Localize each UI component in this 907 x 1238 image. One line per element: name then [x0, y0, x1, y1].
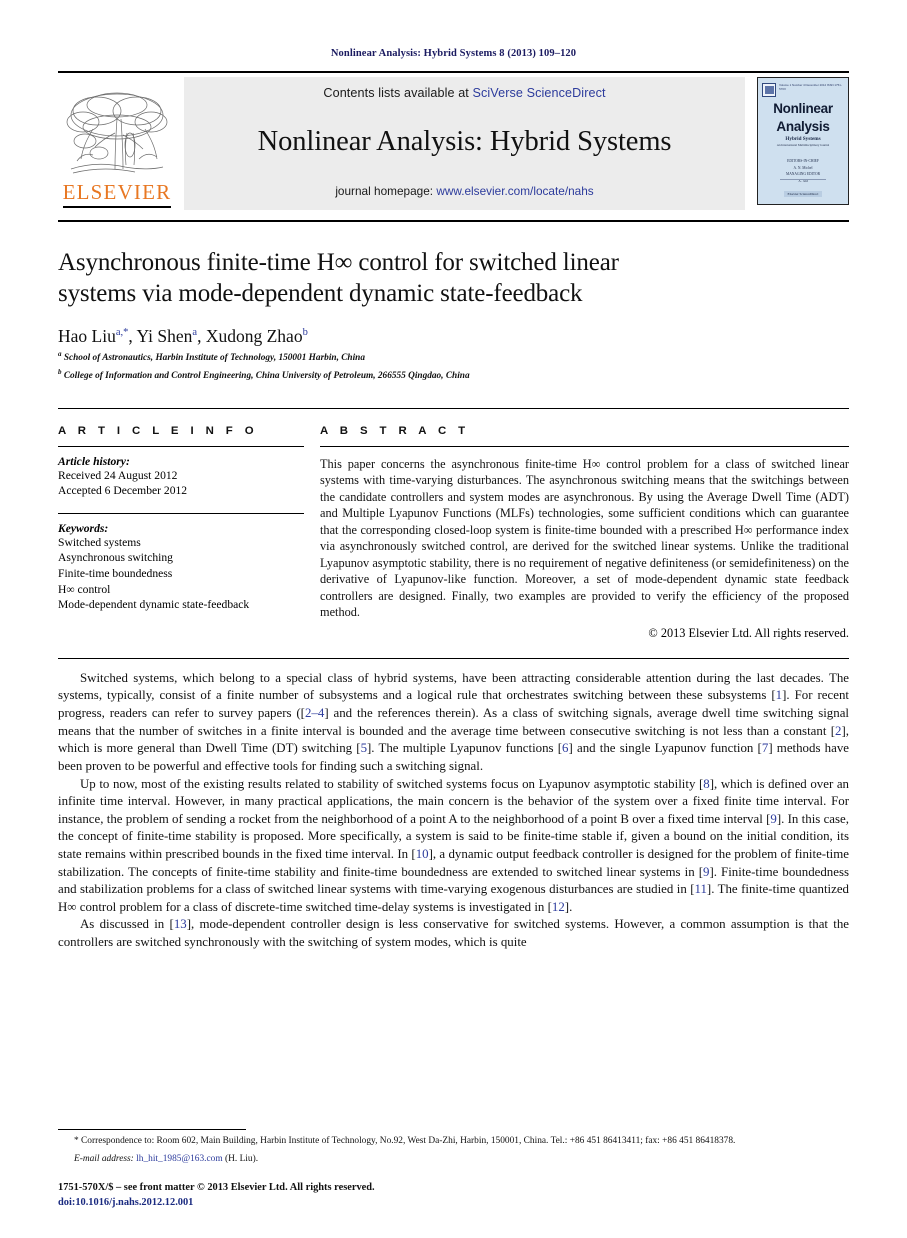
affiliation-marker-a: a [58, 350, 62, 358]
abstract-text: This paper concerns the asynchronous fin… [320, 456, 849, 620]
keyword-item: Mode-dependent dynamic state-feedback [58, 598, 250, 612]
journal-homepage-link[interactable]: www.elsevier.com/locate/nahs [436, 184, 593, 198]
reference-link[interactable]: 10 [416, 847, 429, 861]
email-note: E-mail address: lh_hit_1985@163.com (H. … [58, 1153, 849, 1166]
body-paragraph-3: As discussed in [13], mode-dependent con… [58, 917, 850, 950]
reference-link[interactable]: 2–4 [305, 706, 324, 720]
cover-top-row: Volume 1 Number 4 December 2012 ISSN 175… [762, 83, 844, 97]
imprint-line: 1751-570X/$ – see front matter © 2013 El… [58, 1181, 375, 1193]
imprint-block: 1751-570X/$ – see front matter © 2013 El… [58, 1180, 849, 1210]
body-paragraph-1: Switched systems, which belong to a spec… [58, 670, 849, 773]
cover-footer-badge: Elsevier ScienceDirect [783, 191, 823, 197]
body-paragraph-2: Up to now, most of the existing results … [58, 776, 850, 914]
body-top-rule [58, 657, 849, 659]
contents-prefix: Contents lists available at [323, 86, 473, 100]
footnote-area: * Correspondence to: Room 602, Main Buil… [58, 1129, 849, 1210]
keyword-item: Finite-time boundedness [58, 567, 173, 581]
masthead-panel: Contents lists available at SciVerse Sci… [184, 77, 745, 210]
affiliation-b: b College of Information and Control Eng… [58, 368, 849, 383]
author-sup-1: a,* [115, 327, 129, 339]
reference-link[interactable]: 12 [552, 900, 565, 914]
reference-link[interactable]: 11 [695, 882, 707, 896]
keyword-item: Switched systems [58, 535, 141, 549]
correspondence-text: Correspondence to: Room 602, Main Buildi… [81, 1136, 736, 1147]
email-owner: (H. Liu). [225, 1153, 259, 1164]
affiliation-text-a: School of Astronautics, Harbin Institute… [63, 353, 366, 364]
article-info-heading-rule [58, 445, 304, 447]
info-section-rule [58, 407, 849, 409]
keyword-item: H∞ control [58, 582, 111, 596]
affiliation-text-b: College of Information and Control Engin… [63, 371, 470, 382]
abstract-column: A B S T R A C T This paper concerns the … [320, 425, 849, 641]
article-info-heading: A R T I C L E I N F O [58, 424, 258, 437]
masthead-top-rule [58, 71, 849, 73]
cover-footer-rule [780, 179, 826, 180]
correspondence-note: * Correspondence to: Room 602, Main Buil… [58, 1135, 849, 1148]
journal-cover-thumbnail[interactable]: Volume 1 Number 4 December 2012 ISSN 175… [757, 77, 849, 205]
article-history-label: Article history: [58, 454, 130, 468]
affiliation-marker-b: b [58, 368, 62, 377]
elsevier-logo: ELSEVIER [58, 77, 176, 210]
author-name-3[interactable]: Xudong Zhao [206, 326, 303, 346]
contents-available-line: Contents lists available at SciVerse Sci… [323, 86, 605, 100]
cover-publisher-badge [762, 83, 777, 97]
reference-link[interactable]: 13 [174, 917, 187, 931]
paper-page: Nonlinear Analysis: Hybrid Systems 8 (20… [0, 0, 907, 1238]
asterisk-icon: * [74, 1136, 79, 1147]
journal-title: Nonlinear Analysis: Hybrid Systems [257, 125, 672, 157]
abstract-copyright: © 2013 Elsevier Ltd. All rights reserved… [648, 625, 849, 640]
email-label: E-mail address: [74, 1153, 134, 1164]
author-name-1[interactable]: Hao Liu [58, 326, 116, 346]
journal-homepage-line: journal homepage: www.elsevier.com/locat… [335, 184, 593, 198]
affiliation-a: a School of Astronautics, Harbin Institu… [58, 350, 849, 365]
cover-editor-label: EDITORS-IN-CHIEF [787, 158, 819, 163]
cover-subtitle: Hybrid Systems [785, 135, 821, 142]
author-sup-2: a [192, 327, 198, 339]
keywords-label: Keywords: [58, 521, 109, 535]
doi-link[interactable]: doi:10.1016/j.nahs.2012.12.001 [58, 1195, 849, 1210]
cover-subtitle2: An International Multidisciplinary Journ… [776, 142, 830, 147]
page-title: Asynchronous finite-time H∞ control for … [58, 247, 849, 309]
info-abstract-columns: A R T I C L E I N F O Article history: R… [58, 425, 849, 641]
elsevier-wordmark: ELSEVIER [62, 179, 172, 204]
journal-masthead: ELSEVIER Contents lists available at Sci… [58, 71, 849, 222]
body-text: Switched systems, which belong to a spec… [58, 670, 849, 952]
running-head: Nonlinear Analysis: Hybrid Systems 8 (20… [330, 48, 577, 59]
elsevier-underline [63, 205, 171, 208]
paper-title-line1: Asynchronous finite-time H∞ control for … [58, 249, 619, 276]
abstract-heading-rule [320, 445, 849, 447]
email-link[interactable]: lh_hit_1985@163.com [136, 1154, 223, 1164]
cover-issue-line: Volume 1 Number 4 December 2012 ISSN 175… [779, 83, 842, 91]
cover-title-line2: Analysis [776, 119, 830, 135]
footnote-rule [58, 1129, 246, 1131]
article-received-date: Received 24 August 2012 [58, 468, 178, 482]
article-info-column: A R T I C L E I N F O Article history: R… [58, 425, 320, 641]
cover-footer: Elsevier ScienceDirect [758, 179, 848, 200]
author-sup-3: b [302, 327, 308, 339]
cover-editor-name: A. N. Michel [793, 165, 813, 170]
author-list: Hao Liua,*, Yi Shena, Xudong Zhaob [58, 326, 308, 346]
masthead-bottom-rule [58, 220, 849, 222]
author-name-2[interactable]: Yi Shen [137, 326, 193, 346]
elsevier-tree-icon [66, 92, 168, 174]
keywords-rule [58, 512, 304, 514]
keyword-item: Asynchronous switching [58, 551, 173, 565]
cover-title-line1: Nonlinear [773, 101, 833, 116]
article-accepted-date: Accepted 6 December 2012 [58, 484, 188, 498]
abstract-heading: A B S T R A C T [320, 424, 470, 437]
paper-title-line2: systems via mode-dependent dynamic state… [58, 280, 583, 307]
sciencedirect-link[interactable]: SciVerse ScienceDirect [473, 86, 606, 100]
cover-managing-label: MANAGING EDITOR [786, 172, 820, 177]
homepage-prefix: journal homepage: [335, 184, 437, 198]
